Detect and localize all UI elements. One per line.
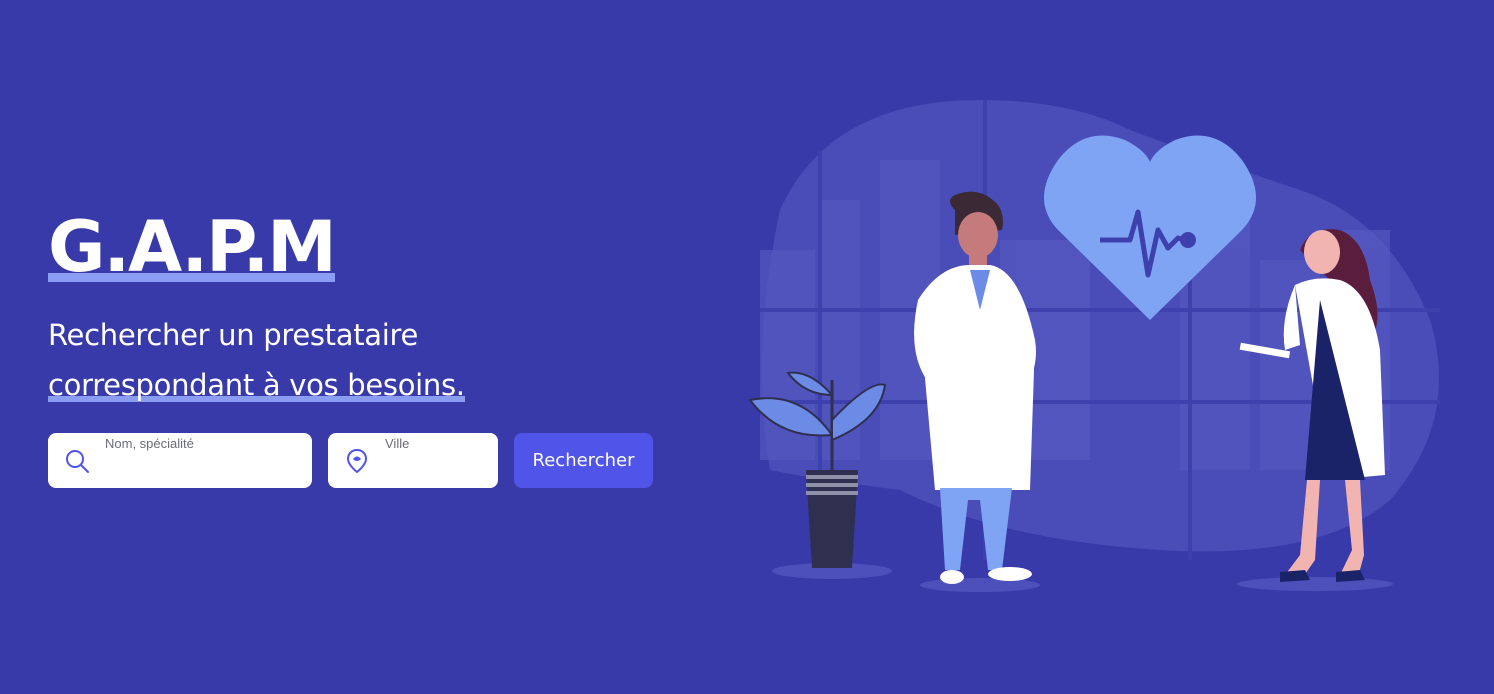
- tagline: Rechercher un prestataire correspondant …: [48, 310, 688, 410]
- city-field[interactable]: Ville: [328, 433, 498, 488]
- name-specialty-input[interactable]: [105, 455, 302, 483]
- doctors-illustration: [748, 100, 1440, 592]
- tagline-line-1: Rechercher un prestataire: [48, 318, 419, 352]
- hero-text: G.A.P.M Rechercher un prestataire corres…: [48, 210, 688, 410]
- landing-page: G.A.P.M Rechercher un prestataire corres…: [0, 0, 1494, 694]
- location-pin-icon: [346, 448, 368, 474]
- search-form: Nom, spécialité Ville Rechercher: [48, 433, 653, 488]
- city-label: Ville: [385, 436, 410, 451]
- brand-title: G.A.P.M: [48, 210, 337, 284]
- name-specialty-label: Nom, spécialité: [105, 436, 194, 451]
- search-button[interactable]: Rechercher: [514, 433, 653, 488]
- tagline-line-2: correspondant à vos besoins.: [48, 368, 465, 402]
- city-input[interactable]: [385, 455, 488, 483]
- search-icon: [66, 450, 89, 473]
- tagline-line-2-wrap: correspondant à vos besoins.: [48, 360, 465, 410]
- name-specialty-field[interactable]: Nom, spécialité: [48, 433, 312, 488]
- brand-title-text: G.A.P.M: [48, 206, 337, 288]
